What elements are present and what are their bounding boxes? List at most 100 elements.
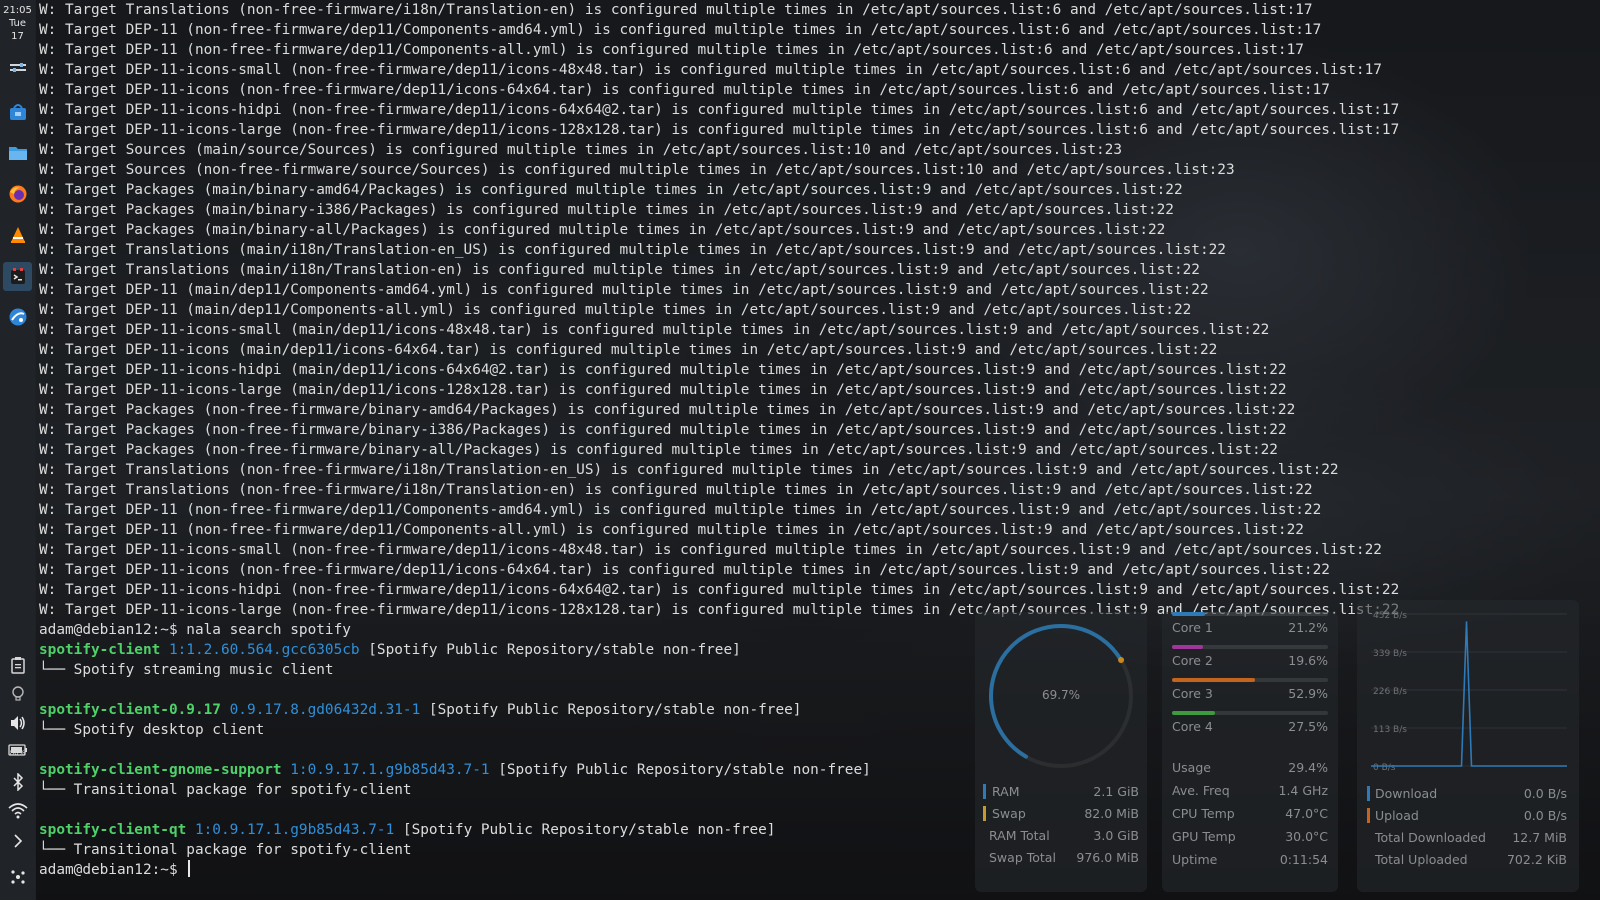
cpu-freq-value: 1.4 GHz <box>1278 782 1329 798</box>
core-3-label: Core 3 <box>1172 686 1213 701</box>
warning-text: W: Target DEP-11-icons-hidpi (non-free-f… <box>39 102 1400 118</box>
chart-axis-label: 452 B/s <box>1373 611 1407 621</box>
chart-axis-label: 113 B/s <box>1373 725 1407 735</box>
package-version: 1:0.9.17.1.g9b85d43.7-1 <box>194 822 395 838</box>
package-version: 1:0.9.17.1.g9b85d43.7-1 <box>290 762 490 778</box>
vlc-icon[interactable] <box>3 220 32 249</box>
core-3-bar <box>1172 678 1255 682</box>
warning-text: W: Target Sources (non-free-firmware/sou… <box>39 162 1235 178</box>
total-uploaded-row: Total Uploaded 702.2 KiB <box>1367 849 1567 869</box>
core-1-bar <box>1172 612 1206 616</box>
apt-warning-line: W: Target Sources (main/source/Sources) … <box>39 140 1399 160</box>
terminal-app-icon[interactable] <box>3 262 32 291</box>
cpu-freq-row: Ave. Freq 1.4 GHz <box>1172 780 1328 800</box>
apt-warning-line: W: Target DEP-11-icons-small (non-free-f… <box>39 60 1399 80</box>
package-repo: [Spotify Public Repository/stable non-fr… <box>402 822 776 838</box>
swap-total-row: Swap Total 976.0 MiB <box>983 847 1139 867</box>
warning-text: W: Target DEP-11-icons-hidpi (main/dep11… <box>39 362 1287 378</box>
swap-value: 82.0 MiB <box>1084 805 1139 821</box>
chart-axis-label: 339 B/s <box>1373 649 1407 659</box>
core-2-label: Core 2 <box>1172 653 1213 668</box>
memory-gauge-marker <box>1118 657 1125 664</box>
ram-row: RAM 2.1 GiB <box>983 781 1139 801</box>
core-1-value: 21.2% <box>1288 620 1328 635</box>
apt-warning-line: W: Target DEP-11 (non-free-firmware/dep1… <box>39 520 1399 540</box>
warning-text: W: Target DEP-11 (non-free-firmware/dep1… <box>39 522 1304 538</box>
cpu-freq-label: Ave. Freq <box>1172 782 1230 798</box>
clock[interactable]: 21:05 Tue 17 <box>0 4 35 43</box>
cpu-usage-value: 29.4% <box>1288 759 1328 775</box>
ram-total-label: RAM Total <box>989 827 1050 843</box>
wifi-icon[interactable] <box>3 796 32 825</box>
package-description: └── Transitional package for spotify-cli… <box>39 842 412 858</box>
package-repo: [Spotify Public Repository/stable non-fr… <box>428 702 802 718</box>
firefox-icon[interactable] <box>3 179 32 208</box>
warning-text: W: Target DEP-11 (non-free-firmware/dep1… <box>39 22 1322 38</box>
apt-warning-line: W: Target DEP-11-icons (non-free-firmwar… <box>39 80 1399 100</box>
upload-value: 0.0 B/s <box>1523 807 1567 823</box>
clock-date: 17 <box>11 31 24 42</box>
warning-text: W: Target DEP-11-icons-hidpi (non-free-f… <box>39 582 1400 598</box>
total-downloaded-value: 12.7 MiB <box>1512 829 1567 845</box>
application-launcher-icon[interactable] <box>3 862 32 891</box>
apt-warning-line: W: Target DEP-11-icons-hidpi (main/dep11… <box>39 360 1399 380</box>
gpu-temp-row: GPU Temp 30.0°C <box>1172 826 1328 846</box>
apt-warning-line: W: Target Packages (non-free-firmware/bi… <box>39 400 1399 420</box>
warning-text: W: Target DEP-11-icons-large (main/dep11… <box>39 382 1287 398</box>
warning-text: W: Target DEP-11 (main/dep11/Components-… <box>39 282 1209 298</box>
warning-text: W: Target DEP-11-icons (non-free-firmwar… <box>39 562 1330 578</box>
total-downloaded-label: Total Downloaded <box>1375 829 1486 845</box>
warning-text: W: Target DEP-11 (main/dep11/Components-… <box>39 302 1192 318</box>
cpu-usage-row: Usage 29.4% <box>1172 757 1328 777</box>
package-version: 0.9.17.8.gd06432d.31-1 <box>229 702 421 718</box>
warning-text: W: Target DEP-11-icons-large (non-free-f… <box>39 122 1400 138</box>
package-name: spotify-client <box>39 642 161 658</box>
software-store-icon[interactable] <box>3 97 32 126</box>
chevron-right-icon[interactable] <box>3 826 32 855</box>
download-value: 0.0 B/s <box>1523 785 1567 801</box>
clock-day: Tue <box>8 18 27 29</box>
apt-warning-line: W: Target Packages (main/binary-all/Pack… <box>39 220 1399 240</box>
total-uploaded-value: 702.2 KiB <box>1506 851 1567 867</box>
package-version: 1:1.2.60.564.gcc6305cb <box>168 642 360 658</box>
lightbulb-icon[interactable] <box>3 679 32 708</box>
total-uploaded-label: Total Uploaded <box>1375 851 1468 867</box>
command-text: adam@debian12:~$ nala search spotify <box>39 622 351 638</box>
network-widget: 452 B/s 339 B/s 226 B/s 113 B/s 0 B/s Downlo… <box>1357 600 1579 892</box>
apt-warning-line: W: Target Packages (main/binary-amd64/Pa… <box>39 180 1399 200</box>
swap-total-label: Swap Total <box>989 849 1056 865</box>
bluetooth-icon[interactable] <box>3 767 32 796</box>
package-name: spotify-client-qt <box>39 822 187 838</box>
core-4-bar <box>1172 711 1215 715</box>
warning-text: W: Target DEP-11-icons (main/dep11/icons… <box>39 342 1218 358</box>
warning-text: W: Target Translations (non-free-firmwar… <box>39 462 1339 478</box>
core-1-label: Core 1 <box>1172 620 1213 635</box>
warning-text: W: Target Translations (non-free-firmwar… <box>39 2 1313 18</box>
package-name: spotify-client-0.9.17 <box>39 702 221 718</box>
apt-warning-line: W: Target DEP-11-icons (main/dep11/icons… <box>39 340 1399 360</box>
prompt-text: adam@debian12:~$ <box>39 862 187 878</box>
apt-warning-line: W: Target DEP-11-icons-large (main/dep11… <box>39 380 1399 400</box>
browser-globe-icon[interactable] <box>3 302 32 331</box>
apt-warning-line: W: Target DEP-11-icons-hidpi (non-free-f… <box>39 580 1399 600</box>
warning-text: W: Target Translations (non-free-firmwar… <box>39 482 1313 498</box>
apt-warning-line: W: Target Translations (main/i18n/Transl… <box>39 240 1399 260</box>
system-settings-icon[interactable] <box>3 55 32 84</box>
volume-icon[interactable] <box>3 708 32 737</box>
file-manager-icon[interactable] <box>3 138 32 167</box>
warning-text: W: Target Packages (non-free-firmware/bi… <box>39 422 1287 438</box>
package-repo: [Spotify Public Repository/stable non-fr… <box>498 762 871 778</box>
download-label: Download <box>1367 785 1437 801</box>
warning-text: W: Target DEP-11-icons-small (non-free-f… <box>39 62 1382 78</box>
clock-time: 21:05 <box>3 5 32 16</box>
warning-text: W: Target DEP-11-icons (non-free-firmwar… <box>39 82 1330 98</box>
clipboard-icon[interactable] <box>3 650 32 679</box>
swap-row: Swap 82.0 MiB <box>983 803 1139 823</box>
warning-text: W: Target DEP-11-icons-small (main/dep11… <box>39 322 1270 338</box>
apt-warning-line: W: Target Translations (non-free-firmwar… <box>39 480 1399 500</box>
cpu-widget: Core 1 21.2% Core 2 19.6% Core 3 52.9% Core… <box>1162 612 1338 892</box>
apt-warning-line: W: Target Translations (non-free-firmwar… <box>39 460 1399 480</box>
apt-warning-line: W: Target Packages (non-free-firmware/bi… <box>39 440 1399 460</box>
apt-warning-line: W: Target Translations (non-free-firmwar… <box>39 0 1399 20</box>
apt-warning-line: W: Target DEP-11 (main/dep11/Components-… <box>39 300 1399 320</box>
